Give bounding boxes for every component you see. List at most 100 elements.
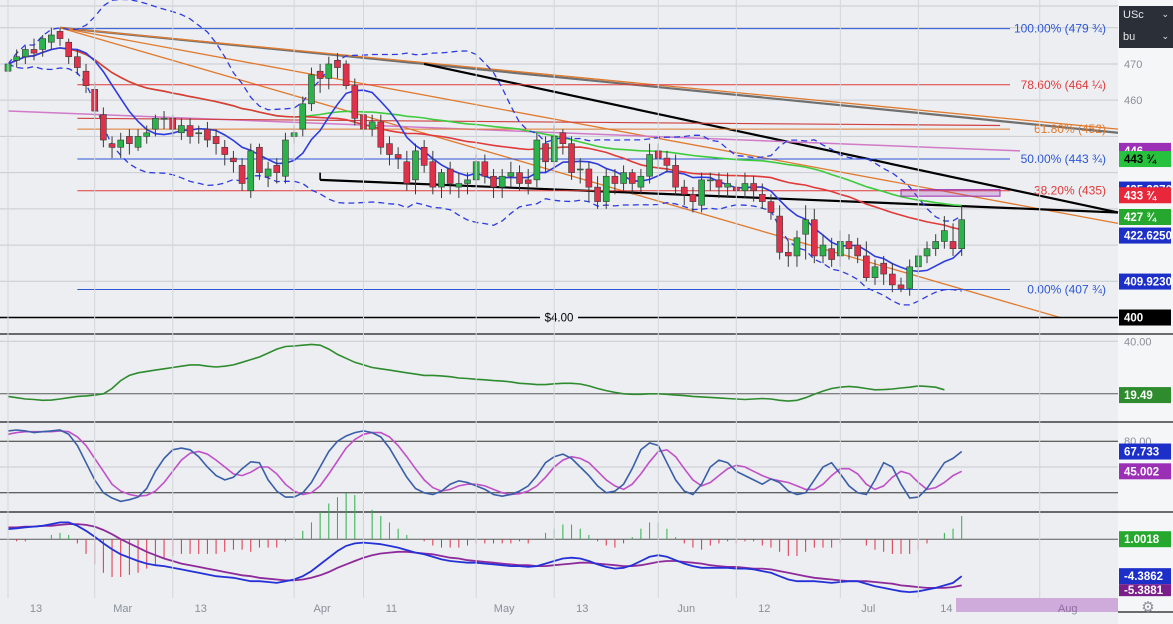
candle-body: [134, 136, 142, 148]
candle-body: [403, 161, 411, 184]
candle-body: [845, 241, 853, 249]
candle-body: [100, 114, 107, 141]
candle-body: [611, 175, 619, 184]
candle-body: [724, 183, 731, 188]
candle-body: [741, 183, 749, 192]
candle-body: [767, 201, 775, 213]
fib-level-label: 0.00% (407 ¾): [1027, 282, 1106, 296]
candle-body: [594, 186, 601, 202]
candle-body: [308, 74, 315, 105]
candle-body: [689, 194, 697, 202]
price-tag-label: 422.6250: [1124, 231, 1172, 243]
candle-body: [776, 215, 783, 253]
candle-body: [932, 241, 939, 249]
candle-body: [663, 157, 671, 166]
x-tick-label: 13: [195, 603, 207, 615]
x-tick-label: 12: [758, 603, 770, 615]
x-tick-label: 14: [940, 603, 952, 615]
candle-body: [273, 165, 281, 173]
candle-body: [256, 146, 263, 173]
x-tick-label: Jun: [677, 603, 695, 615]
price-tag-label: 400: [1124, 313, 1143, 325]
chart-stage: 480470460100.00% (479 ¾)78.60% (464 ¼)61…: [0, 0, 1173, 624]
y-tick-label: 470: [1124, 59, 1142, 71]
candle-body: [897, 284, 905, 289]
candle-body: [126, 136, 133, 144]
candle-body: [620, 172, 627, 184]
price-annotation-label: $4.00: [545, 313, 574, 325]
fib-level-label: 50.00% (443 ¾): [1021, 152, 1106, 166]
candle-body: [715, 179, 723, 188]
fib-level-label: 38.20% (435): [1034, 184, 1106, 198]
candle-body: [152, 117, 159, 130]
candle-body: [889, 273, 896, 286]
candle-body: [637, 175, 645, 188]
candle-body: [394, 154, 402, 159]
candle-body: [420, 146, 428, 166]
chevron-down-icon: ⌄: [1161, 31, 1169, 41]
candle-body: [160, 117, 168, 120]
candle-body: [941, 230, 948, 242]
candle-body: [784, 252, 792, 257]
candle-body: [299, 103, 307, 130]
candle-body: [56, 31, 64, 39]
candle-body: [178, 125, 185, 134]
candle-body: [368, 121, 376, 130]
candle-body: [559, 132, 567, 144]
candle-body: [542, 143, 549, 163]
chevron-down-icon: ⌄: [1161, 9, 1169, 19]
adx-tick-label: 40.00: [1124, 336, 1152, 348]
candle-body: [186, 125, 194, 137]
candle-body: [230, 157, 237, 163]
x-tick-label: Apr: [314, 603, 331, 615]
gear-icon[interactable]: ⚙: [1140, 600, 1156, 616]
x-tick-label: 13: [30, 603, 42, 615]
candle-body: [524, 179, 532, 184]
price-zone-box: [900, 189, 1001, 197]
candle-body: [386, 143, 393, 155]
candle-body: [819, 244, 827, 257]
future-range-shade: [956, 598, 1118, 612]
candle-body: [672, 165, 679, 188]
candle-body: [13, 56, 20, 61]
candle-body: [30, 49, 38, 54]
candle-body: [221, 146, 229, 155]
candle-body: [481, 161, 489, 177]
candle-body: [429, 161, 437, 188]
chart-svg[interactable]: 480470460100.00% (479 ¾)78.60% (464 ¼)61…: [0, 0, 1173, 624]
candle-body: [195, 132, 203, 135]
symbol-label: USc: [1123, 9, 1144, 21]
candle-body: [698, 179, 705, 206]
candle-body: [802, 219, 809, 235]
candle-body: [351, 85, 359, 119]
price-tag-label: 433 ¾: [1124, 190, 1157, 202]
candle-body: [48, 34, 55, 43]
macd-hist-label: 1.0018: [1124, 534, 1160, 546]
candle-body: [316, 70, 324, 79]
candle-body: [238, 165, 246, 184]
mode-select[interactable]: bu ⌄: [1119, 28, 1173, 48]
candle-body: [108, 143, 116, 148]
candle-body: [680, 186, 688, 195]
x-tick-label: Jul: [861, 603, 875, 615]
candle-body: [117, 139, 125, 148]
adx-value-label: 19.49: [1124, 390, 1153, 402]
candle-body: [264, 168, 272, 177]
candle-body: [828, 248, 835, 260]
candle-body: [585, 168, 593, 188]
candle-body: [342, 63, 350, 86]
stoch-k-label: 67.733: [1124, 447, 1159, 459]
candle-body: [533, 139, 541, 181]
candle-body: [490, 175, 497, 188]
mode-label: bu: [1123, 31, 1136, 43]
candle-body: [949, 241, 957, 249]
candle-body: [455, 183, 463, 188]
candle-body: [516, 172, 523, 184]
candle-body: [646, 154, 653, 177]
price-tag-label: 409.9230: [1124, 277, 1172, 289]
candle-body: [325, 63, 333, 79]
candle-body: [880, 262, 887, 275]
symbol-select[interactable]: USc ⌄: [1119, 6, 1173, 28]
candle-body: [446, 168, 454, 184]
fib-level-label: 61.80% (452): [1034, 122, 1106, 136]
